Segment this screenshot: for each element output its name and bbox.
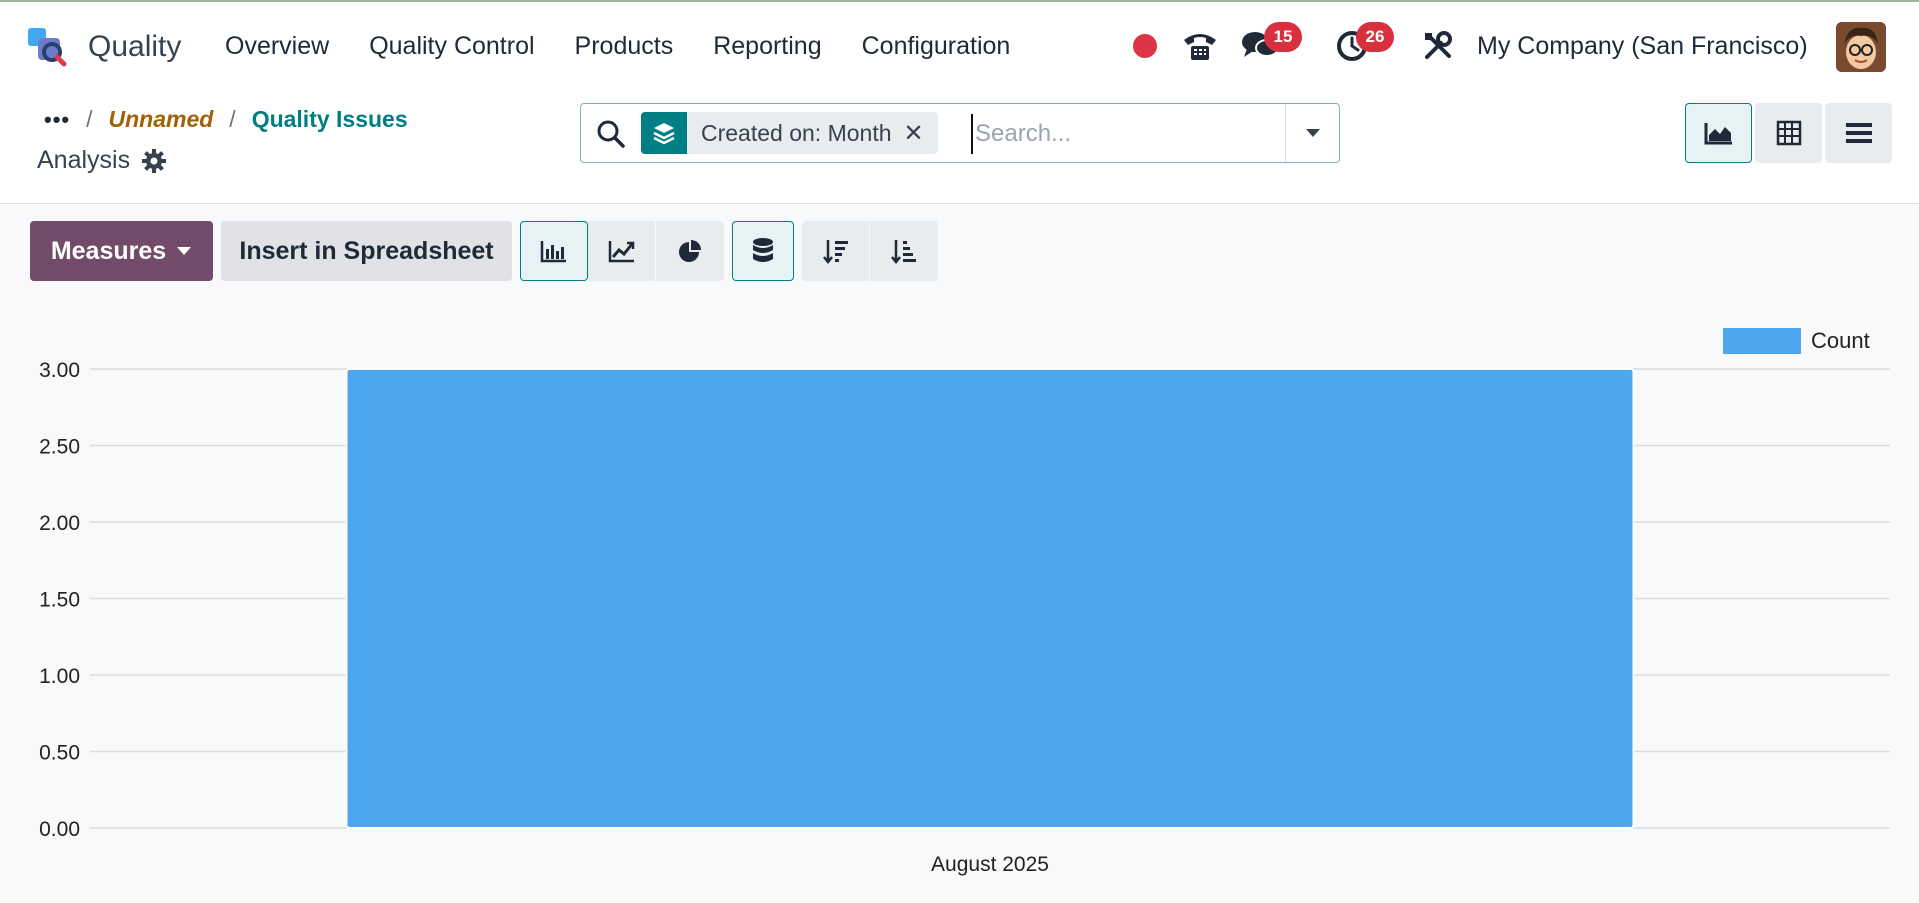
- facet-remove-button[interactable]: ✕: [904, 119, 938, 148]
- menu-overview[interactable]: Overview: [225, 32, 329, 61]
- breadcrumb: ••• / Unnamed / Quality Issues: [44, 106, 408, 133]
- graph-view-button[interactable]: [1685, 103, 1752, 163]
- top-menu: Overview Quality Control Products Report…: [225, 32, 1050, 61]
- pivot-icon: [1776, 120, 1801, 146]
- debug-tools-button[interactable]: [1418, 22, 1458, 70]
- app-name[interactable]: Quality: [88, 30, 181, 64]
- sort-ascending-icon: [891, 240, 916, 265]
- layers-icon: [641, 112, 687, 154]
- user-avatar[interactable]: [1836, 22, 1886, 72]
- y-tick-label: 3.00: [39, 359, 80, 382]
- chart-type-group: [520, 221, 724, 281]
- line-chart-icon: [608, 241, 634, 263]
- view-switcher: [1685, 103, 1892, 163]
- breadcrumb-separator: /: [229, 106, 236, 132]
- menu-reporting[interactable]: Reporting: [713, 32, 821, 61]
- graph-toolbar: Measures Insert in Spreadsheet: [30, 221, 938, 281]
- breadcrumb-unnamed[interactable]: Unnamed: [109, 106, 214, 133]
- sort-group: [802, 221, 938, 281]
- y-tick-label: 2.00: [39, 512, 80, 535]
- legend-label-count: Count: [1811, 328, 1870, 353]
- bar-chart-button[interactable]: [520, 221, 588, 281]
- menu-quality-control[interactable]: Quality Control: [369, 32, 534, 61]
- facet-label: Created on: Month: [701, 119, 892, 146]
- chart-legend[interactable]: Count: [1723, 328, 1870, 354]
- user-avatar-image: [1836, 22, 1886, 72]
- y-tick-label: 2.50: [39, 436, 80, 459]
- list-view-button[interactable]: [1825, 103, 1892, 163]
- recording-indicator[interactable]: [1128, 22, 1162, 70]
- phone-button[interactable]: [1178, 22, 1222, 70]
- search-icon[interactable]: [595, 118, 627, 150]
- sort-descending-button[interactable]: [802, 221, 870, 281]
- stacked-group: [732, 221, 794, 281]
- quality-app-icon[interactable]: [26, 26, 70, 70]
- pivot-view-button[interactable]: [1755, 103, 1822, 163]
- measures-button[interactable]: Measures: [30, 221, 213, 281]
- sort-descending-icon: [822, 240, 848, 265]
- bar-chart: 0.00 0.50 1.00 1.50 2.00 2.50 3.00 August 2025: [39, 359, 1890, 876]
- tools-icon: [1425, 31, 1452, 59]
- area-chart-icon: [1704, 123, 1732, 145]
- y-tick-label: 1.00: [39, 665, 80, 688]
- record-dot-icon: [1133, 34, 1157, 58]
- phone-icon: [1184, 34, 1216, 60]
- breadcrumb-separator: /: [86, 106, 93, 132]
- bar-count[interactable]: [345, 368, 1635, 829]
- graph-area: Count 0.00 0.50 1.00 1.50 2.00 2.50 3.00 August…: [0, 310, 1919, 898]
- y-tick-label: 0.00: [39, 818, 80, 841]
- search-bar: Created on: Month ✕: [580, 103, 1340, 163]
- activities-button[interactable]: 26: [1330, 22, 1394, 70]
- sort-ascending-button[interactable]: [870, 221, 938, 281]
- messages-badge: 15: [1264, 22, 1302, 52]
- top-navbar: Quality Overview Quality Control Product…: [0, 0, 1919, 92]
- search-input[interactable]: [971, 114, 1271, 154]
- pie-chart-button[interactable]: [656, 221, 724, 281]
- insert-in-spreadsheet-button[interactable]: Insert in Spreadsheet: [221, 221, 512, 281]
- line-chart-button[interactable]: [588, 221, 656, 281]
- menu-products[interactable]: Products: [575, 32, 674, 61]
- list-icon: [1845, 123, 1872, 143]
- menu-configuration[interactable]: Configuration: [862, 32, 1011, 61]
- page-title-label: Analysis: [37, 146, 131, 174]
- search-facet-groupby: Created on: Month ✕: [641, 112, 938, 154]
- company-switcher[interactable]: My Company (San Francisco): [1477, 32, 1808, 61]
- caret-down-icon: [1305, 129, 1320, 137]
- page-title: Analysis: [37, 146, 167, 175]
- y-tick-label: 1.50: [39, 589, 80, 612]
- activities-badge: 26: [1356, 22, 1394, 52]
- search-options-toggle[interactable]: [1285, 104, 1339, 162]
- x-tick-label: August 2025: [931, 853, 1049, 876]
- caret-down-icon: [177, 247, 192, 255]
- database-stack-icon: [753, 238, 773, 262]
- gear-icon[interactable]: [142, 148, 167, 173]
- control-panel: ••• / Unnamed / Quality Issues Analysis: [0, 92, 1919, 204]
- messages-button[interactable]: 15: [1238, 22, 1302, 70]
- legend-swatch-count: [1723, 328, 1801, 354]
- measures-label: Measures: [50, 236, 167, 265]
- bar-chart-icon: [540, 241, 566, 263]
- breadcrumb-more-button[interactable]: •••: [44, 107, 70, 133]
- pie-chart-icon: [679, 240, 701, 262]
- breadcrumb-quality-issues[interactable]: Quality Issues: [252, 106, 408, 133]
- stacked-toggle-button[interactable]: [732, 221, 794, 281]
- y-tick-label: 0.50: [39, 742, 80, 765]
